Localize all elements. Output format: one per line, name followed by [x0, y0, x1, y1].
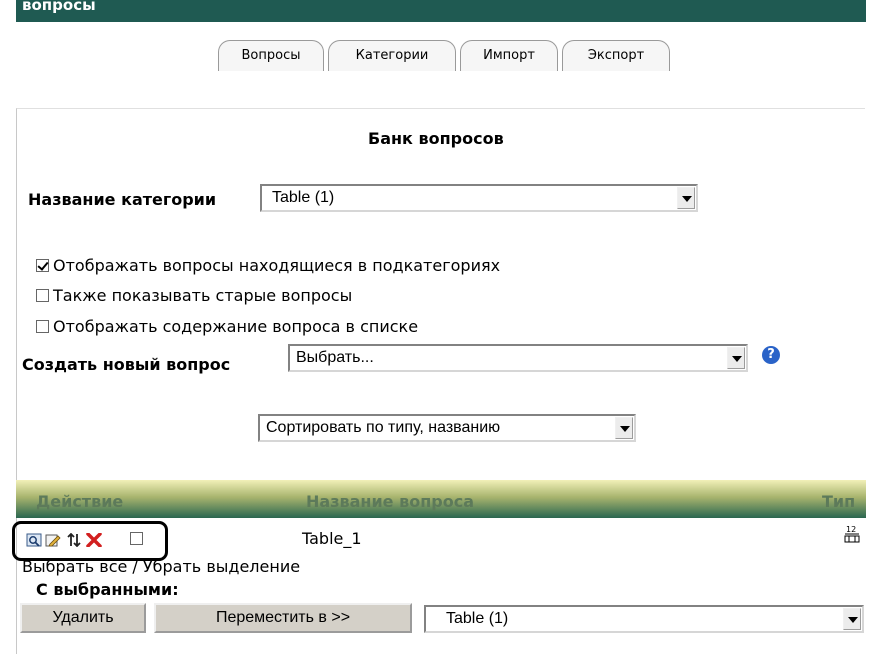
create-question-label: Создать новый вопрос — [22, 355, 231, 374]
chevron-down-icon — [843, 608, 861, 630]
tab-categories[interactable]: Категории — [328, 40, 456, 71]
with-selected-label: С выбранными: — [36, 580, 179, 599]
tab-export[interactable]: Экспорт — [562, 40, 670, 71]
show-subcategories-checkbox[interactable] — [36, 259, 49, 272]
chevron-down-icon — [615, 417, 633, 439]
sort-select[interactable]: Сортировать по типу, названию — [258, 414, 636, 442]
deselect-link[interactable]: Убрать выделение — [143, 557, 300, 576]
question-name: Table_1 — [302, 529, 362, 548]
selection-separator: / — [127, 557, 143, 576]
create-question-select[interactable]: Выбрать... — [288, 344, 748, 372]
questions-table-header: Действие Название вопроса Тип — [16, 480, 866, 518]
select-all-link[interactable]: Выбрать все — [22, 557, 127, 576]
category-label: Название категории — [28, 190, 217, 209]
selection-links: Выбрать все / Убрать выделение — [22, 557, 300, 576]
category-select-value: Table (1) — [272, 189, 335, 206]
show-content-label: Отображать содержание вопроса в списке — [53, 317, 419, 336]
tab-bar: Вопросы Категории Импорт Экспорт — [218, 40, 678, 72]
move-target-value: Table (1) — [446, 610, 509, 627]
option-show-old[interactable]: Также показывать старые вопросы — [36, 286, 352, 305]
show-old-checkbox[interactable] — [36, 289, 49, 302]
option-show-subcategories[interactable]: Отображать вопросы находящиеся в подкате… — [36, 256, 500, 275]
header-question-name: Название вопроса — [306, 492, 474, 511]
row-select-checkbox[interactable] — [130, 532, 143, 545]
bank-title: Банк вопросов — [368, 129, 504, 148]
chevron-down-icon — [727, 347, 745, 369]
option-show-content[interactable]: Отображать содержание вопроса в списке — [36, 317, 418, 336]
create-question-value: Выбрать... — [296, 349, 374, 366]
show-content-checkbox[interactable] — [36, 320, 49, 333]
tab-import[interactable]: Импорт — [460, 40, 558, 71]
move-target-select[interactable]: Table (1) — [424, 605, 864, 633]
edit-icon[interactable] — [45, 533, 61, 547]
category-select[interactable]: Table (1) — [260, 184, 698, 212]
preview-icon[interactable] — [26, 533, 42, 547]
delete-selected-button[interactable]: Удалить — [20, 603, 146, 633]
tab-questions[interactable]: Вопросы — [218, 40, 324, 71]
header-action: Действие — [36, 492, 124, 511]
sort-select-value: Сортировать по типу, названию — [266, 419, 501, 436]
delete-icon[interactable] — [86, 533, 102, 547]
chevron-down-icon — [677, 187, 695, 209]
show-old-label: Также показывать старые вопросы — [53, 286, 353, 305]
move-icon[interactable] — [66, 533, 82, 547]
page-header-title: вопросы — [22, 0, 96, 14]
header-type: Тип — [822, 492, 856, 511]
svg-text:12: 12 — [846, 525, 856, 534]
help-icon[interactable]: ? — [762, 346, 780, 364]
matching-type-icon: 12 — [844, 525, 860, 543]
page-header-bar: вопросы — [16, 0, 866, 22]
move-to-button[interactable]: Переместить в >> — [154, 603, 412, 633]
show-subcategories-label: Отображать вопросы находящиеся в подкате… — [53, 256, 501, 275]
